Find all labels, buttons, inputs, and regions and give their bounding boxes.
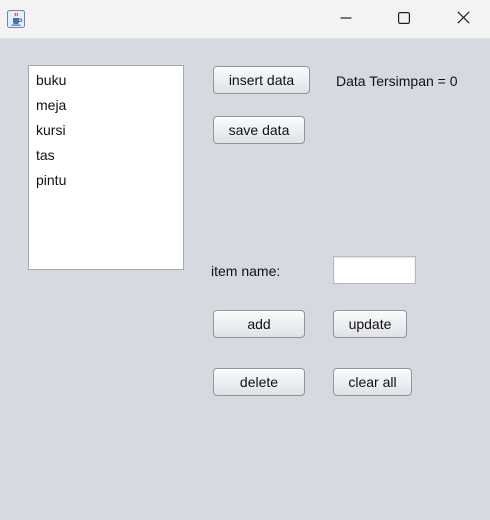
maximize-button[interactable] bbox=[381, 0, 427, 38]
save-data-button[interactable]: save data bbox=[213, 116, 305, 144]
insert-data-button[interactable]: insert data bbox=[213, 66, 310, 94]
list-item[interactable]: tas bbox=[36, 145, 55, 165]
add-button[interactable]: add bbox=[213, 310, 305, 338]
list-item[interactable]: pintu bbox=[36, 170, 66, 190]
java-app-icon[interactable] bbox=[7, 10, 25, 28]
item-name-field[interactable] bbox=[333, 256, 416, 284]
list-item[interactable]: meja bbox=[36, 95, 66, 115]
list-item[interactable]: buku bbox=[36, 70, 66, 90]
status-label: Data Tersimpan = 0 bbox=[336, 73, 458, 89]
update-button[interactable]: update bbox=[333, 310, 407, 338]
minimize-icon bbox=[340, 11, 352, 27]
close-icon bbox=[456, 11, 470, 27]
list-item[interactable]: kursi bbox=[36, 120, 66, 140]
title-bar bbox=[0, 0, 490, 39]
minimize-button[interactable] bbox=[323, 0, 369, 38]
delete-button[interactable]: delete bbox=[213, 368, 305, 396]
item-name-label: item name: bbox=[211, 263, 281, 279]
maximize-icon bbox=[398, 11, 411, 27]
close-button[interactable] bbox=[440, 0, 486, 38]
clear-all-button[interactable]: clear all bbox=[333, 368, 412, 396]
item-list[interactable]: buku meja kursi tas pintu bbox=[28, 65, 184, 270]
